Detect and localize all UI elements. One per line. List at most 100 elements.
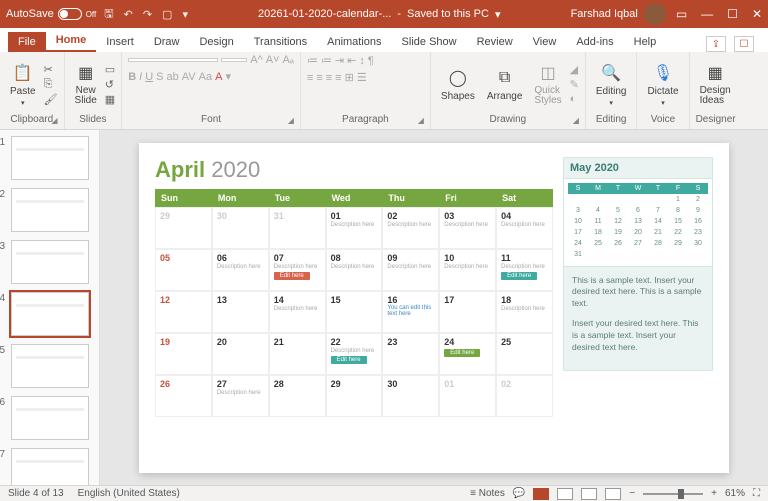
tab-design[interactable]: Design (189, 32, 243, 52)
calendar-cell[interactable]: 13 (212, 291, 269, 333)
slideshow-icon[interactable]: ▢ (162, 8, 172, 21)
calendar-cell[interactable]: 01Description here (326, 207, 383, 249)
reset-icon[interactable]: ↺ (105, 78, 115, 91)
new-slide-button[interactable]: ▦New Slide (71, 60, 101, 108)
calendar-cell[interactable]: 09Description here (382, 249, 439, 291)
calendar-cell[interactable]: 23 (382, 333, 439, 375)
close-button[interactable]: ✕ (752, 7, 762, 21)
arrange-button[interactable]: ⧉Arrange (483, 65, 527, 104)
copy-icon[interactable]: ⎘ (44, 78, 58, 91)
calendar-cell[interactable]: 26 (155, 375, 212, 417)
calendar-cell[interactable]: 18Description here (496, 291, 553, 333)
editing-button[interactable]: 🔍Editing▾ (592, 60, 631, 109)
calendar-cell[interactable]: 20 (212, 333, 269, 375)
slide-canvas[interactable]: April 2020 SunMonTueWedThuFriSat 2930310… (100, 130, 768, 485)
day-header: Sat (496, 189, 553, 207)
ribbon-options-icon[interactable]: ▭ (676, 7, 687, 21)
sorter-view-button[interactable] (557, 488, 573, 500)
calendar-cell[interactable]: 21 (269, 333, 326, 375)
calendar-cell[interactable]: 08Description here (326, 249, 383, 291)
calendar-cell[interactable]: 11Description hereEdit here (496, 249, 553, 291)
calendar-cell[interactable]: 06Description here (212, 249, 269, 291)
share-button[interactable]: ⇪ (706, 36, 726, 52)
slide[interactable]: April 2020 SunMonTueWedThuFriSat 2930310… (139, 143, 729, 473)
account-area[interactable]: Farshad Iqbal (571, 3, 666, 25)
thumbnail-4[interactable]: 4 (11, 292, 89, 336)
minimize-button[interactable]: — (701, 7, 713, 21)
thumbnail-7[interactable]: 7 (11, 448, 89, 485)
calendar-cell[interactable]: 25 (496, 333, 553, 375)
reading-view-button[interactable] (581, 488, 597, 500)
notes-button[interactable]: ≡ Notes (470, 488, 505, 499)
thumbnail-6[interactable]: 6 (11, 396, 89, 440)
calendar-cell[interactable]: 10Description here (439, 249, 496, 291)
slideshow-view-button[interactable] (605, 488, 621, 500)
calendar-cell[interactable]: 27Description here (212, 375, 269, 417)
maximize-button[interactable]: ☐ (727, 7, 738, 21)
calendar-cell[interactable]: 14Description here (269, 291, 326, 333)
quick-styles-button[interactable]: ◫Quick Styles (530, 60, 565, 108)
section-icon[interactable]: ▦ (105, 93, 115, 106)
language-indicator[interactable]: English (United States) (78, 488, 180, 499)
tab-help[interactable]: Help (624, 32, 667, 52)
save-icon[interactable]: 🖫 (104, 5, 113, 24)
tab-animations[interactable]: Animations (317, 32, 391, 52)
tab-transitions[interactable]: Transitions (244, 32, 317, 52)
calendar-cell[interactable]: 19 (155, 333, 212, 375)
tab-view[interactable]: View (523, 32, 567, 52)
tab-home[interactable]: Home (46, 30, 97, 52)
tab-draw[interactable]: Draw (144, 32, 190, 52)
shapes-button[interactable]: ◯Shapes (437, 65, 479, 104)
comments-button[interactable]: ☐ (734, 36, 754, 52)
tab-review[interactable]: Review (467, 32, 523, 52)
zoom-in-button[interactable]: + (711, 488, 717, 499)
zoom-slider[interactable] (643, 493, 703, 495)
redo-icon[interactable]: ↷ (143, 8, 152, 21)
calendar-cell[interactable]: 30 (212, 207, 269, 249)
calendar-cell[interactable]: 07Description hereEdit here (269, 249, 326, 291)
cut-icon[interactable]: ✂ (44, 63, 58, 76)
thumbnail-5[interactable]: 5 (11, 344, 89, 388)
slide-thumbnails[interactable]: 1 2 3 4 5 6 7 (0, 130, 100, 485)
calendar-cell[interactable]: 24Edit here (439, 333, 496, 375)
thumbnail-2[interactable]: 2 (11, 188, 89, 232)
calendar-cell[interactable]: 02 (496, 375, 553, 417)
title-bar: AutoSave Off 🖫 ↶ ↷ ▢ ▾ 20261-01-2020-cal… (0, 0, 768, 28)
autosave-toggle[interactable]: AutoSave Off (6, 8, 96, 20)
calendar-cell[interactable]: 15 (326, 291, 383, 333)
fit-to-window-button[interactable]: ⛶ (753, 488, 760, 499)
day-header: Sun (155, 189, 212, 207)
calendar-cell[interactable]: 30 (382, 375, 439, 417)
calendar-cell[interactable]: 17 (439, 291, 496, 333)
tab-insert[interactable]: Insert (96, 32, 144, 52)
design-ideas-button[interactable]: ▦Design Ideas (696, 60, 735, 108)
zoom-level[interactable]: 61% (725, 488, 745, 499)
zoom-out-button[interactable]: − (629, 488, 635, 499)
calendar-cell[interactable]: 01 (439, 375, 496, 417)
calendar-cell[interactable]: 22Description hereEdit here (326, 333, 383, 375)
calendar-cell[interactable]: 02Description here (382, 207, 439, 249)
comments-icon[interactable]: 💬 (513, 488, 525, 499)
dictate-button[interactable]: 🎙Dictate▾ (643, 60, 682, 109)
calendar-cell[interactable]: 05 (155, 249, 212, 291)
calendar-cell[interactable]: 03Description here (439, 207, 496, 249)
paste-button[interactable]: 📋Paste▾ (6, 60, 40, 109)
calendar-cell[interactable]: 29 (155, 207, 212, 249)
calendar-cell[interactable]: 04Description here (496, 207, 553, 249)
calendar-cell[interactable]: 31 (269, 207, 326, 249)
slide-counter: Slide 4 of 13 (8, 488, 64, 499)
calendar-cell[interactable]: 16You can edit this text here (382, 291, 439, 333)
format-painter-icon[interactable]: 🖌 (44, 93, 58, 106)
calendar-cell[interactable]: 28 (269, 375, 326, 417)
layout-icon[interactable]: ▭ (105, 63, 115, 76)
tab-slideshow[interactable]: Slide Show (392, 32, 467, 52)
tab-addins[interactable]: Add-ins (566, 32, 623, 52)
thumbnail-1[interactable]: 1 (11, 136, 89, 180)
tab-file[interactable]: File (8, 32, 46, 52)
calendar-cell[interactable]: 12 (155, 291, 212, 333)
normal-view-button[interactable] (533, 488, 549, 500)
calendar-cell[interactable]: 29 (326, 375, 383, 417)
thumbnail-3[interactable]: 3 (11, 240, 89, 284)
qat-more-icon[interactable]: ▾ (182, 8, 188, 21)
undo-icon[interactable]: ↶ (124, 8, 133, 21)
